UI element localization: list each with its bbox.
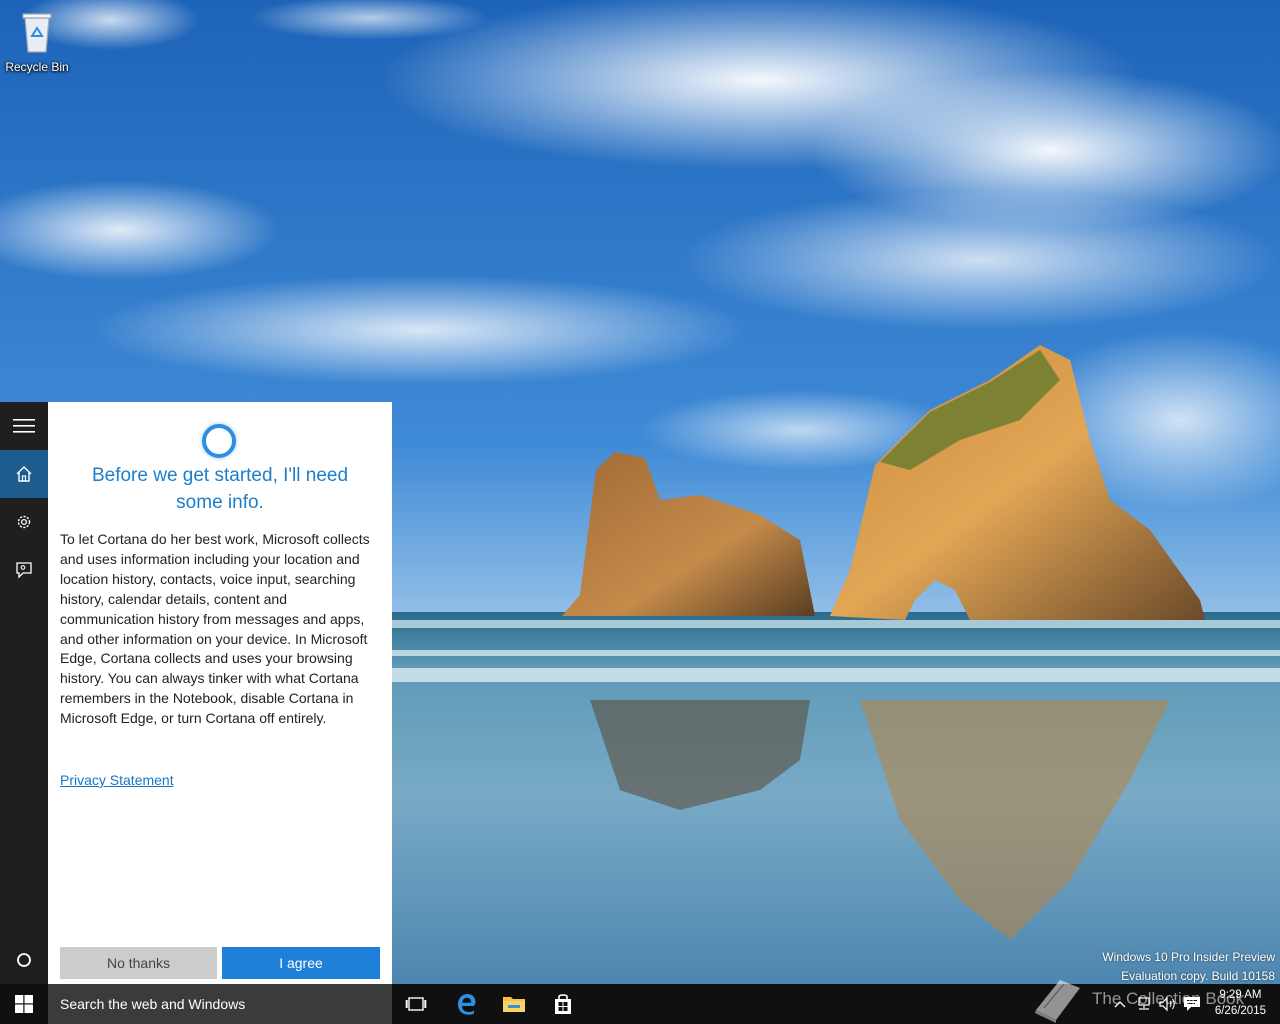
book-logo-icon [1035,980,1080,1023]
search-placeholder: Search the web and Windows [60,996,246,1012]
task-view-button[interactable] [392,984,440,1024]
store-icon [555,994,571,1014]
recycle-bin-label: Recycle Bin [5,60,69,74]
file-explorer-button[interactable] [490,984,538,1024]
brand-watermark: The Collection Book [1030,972,1280,1024]
search-box[interactable]: Search the web and Windows [48,984,392,1024]
watermark-edition: Windows 10 Pro Insider Preview [1102,950,1275,964]
feedback-button[interactable] [0,546,48,594]
cortana-consent-panel: Before we get started, I'll need some in… [48,402,392,984]
cortana-button[interactable] [0,936,48,984]
feedback-icon [16,562,32,579]
cortana-logo-icon [202,424,236,458]
windows-logo-icon [15,995,33,1013]
start-button[interactable] [0,984,48,1024]
i-agree-button[interactable]: I agree [222,947,380,979]
store-button[interactable] [539,984,587,1024]
gear-icon [17,515,31,529]
settings-button[interactable] [0,498,48,546]
edge-icon [458,994,476,1015]
hamburger-menu-icon [13,419,35,433]
panel-title: Before we get started, I'll need some in… [91,465,349,513]
hamburger-menu-button[interactable] [0,402,48,450]
cortana-circle-icon [17,953,31,967]
home-icon [16,466,32,482]
recycle-bin-shortcut[interactable]: Recycle Bin [4,8,70,74]
cortana-nav-rail [0,402,48,984]
task-view-icon [405,997,427,1011]
file-explorer-icon [503,997,525,1012]
privacy-statement-link[interactable]: Privacy Statement [60,772,174,788]
brand-text: The Collection Book [1092,989,1245,1008]
privacy-description: To let Cortana do her best work, Microso… [60,531,370,727]
edge-taskbar-button[interactable] [442,984,490,1024]
no-thanks-button[interactable]: No thanks [60,947,217,979]
home-button[interactable] [0,450,48,498]
recycle-bin-icon [22,13,52,53]
